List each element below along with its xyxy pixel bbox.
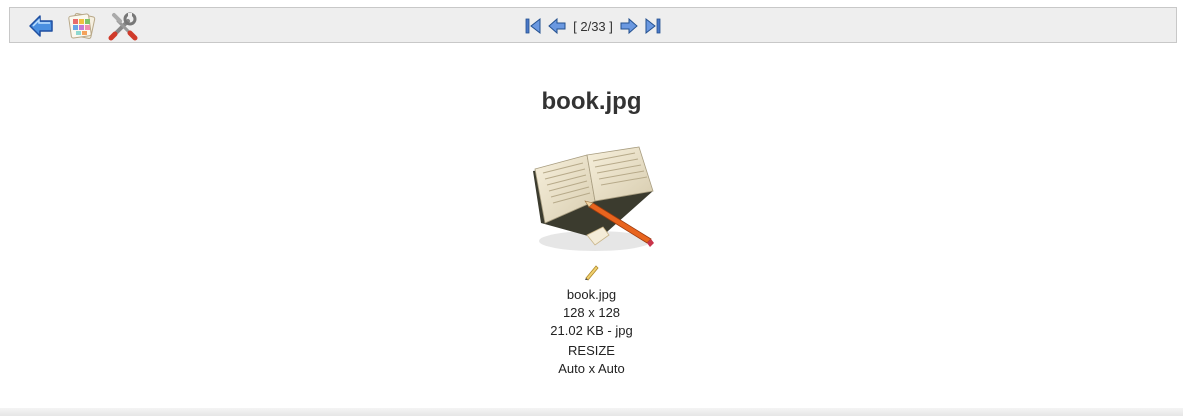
last-page-button[interactable] [644,17,662,35]
last-page-icon [645,17,661,35]
tools-button[interactable] [108,11,138,41]
edit-pencil-icon[interactable] [583,263,601,281]
next-page-icon [620,17,638,35]
footer-divider [0,408,1183,416]
tools-icon [108,12,138,41]
color-palette-icon [68,13,96,39]
image-info: book.jpg 128 x 128 21.02 KB - jpg RESIZE… [0,263,1183,378]
page-counter: [ 2/33 ] [573,18,613,34]
image-title: book.jpg [541,88,642,115]
book-image [533,146,654,251]
gallery-button[interactable] [67,11,97,41]
first-page-button[interactable] [524,17,542,35]
resize-label: RESIZE [568,343,615,358]
image-size-type: 21.02 KB - jpg [550,323,633,338]
next-page-button[interactable] [620,17,638,35]
back-button[interactable] [26,11,56,41]
previous-page-icon [548,17,566,35]
first-page-icon [525,17,541,35]
previous-page-button[interactable] [548,17,566,35]
resize-value: Auto x Auto [558,361,625,376]
image-dimensions: 128 x 128 [562,305,621,320]
image-filename: book.jpg [566,287,617,302]
back-arrow-icon [29,15,53,37]
pagination: [ 2/33 ] [10,8,1176,44]
toolbar: [ 2/33 ] [9,7,1177,43]
image-preview[interactable] [529,131,657,259]
